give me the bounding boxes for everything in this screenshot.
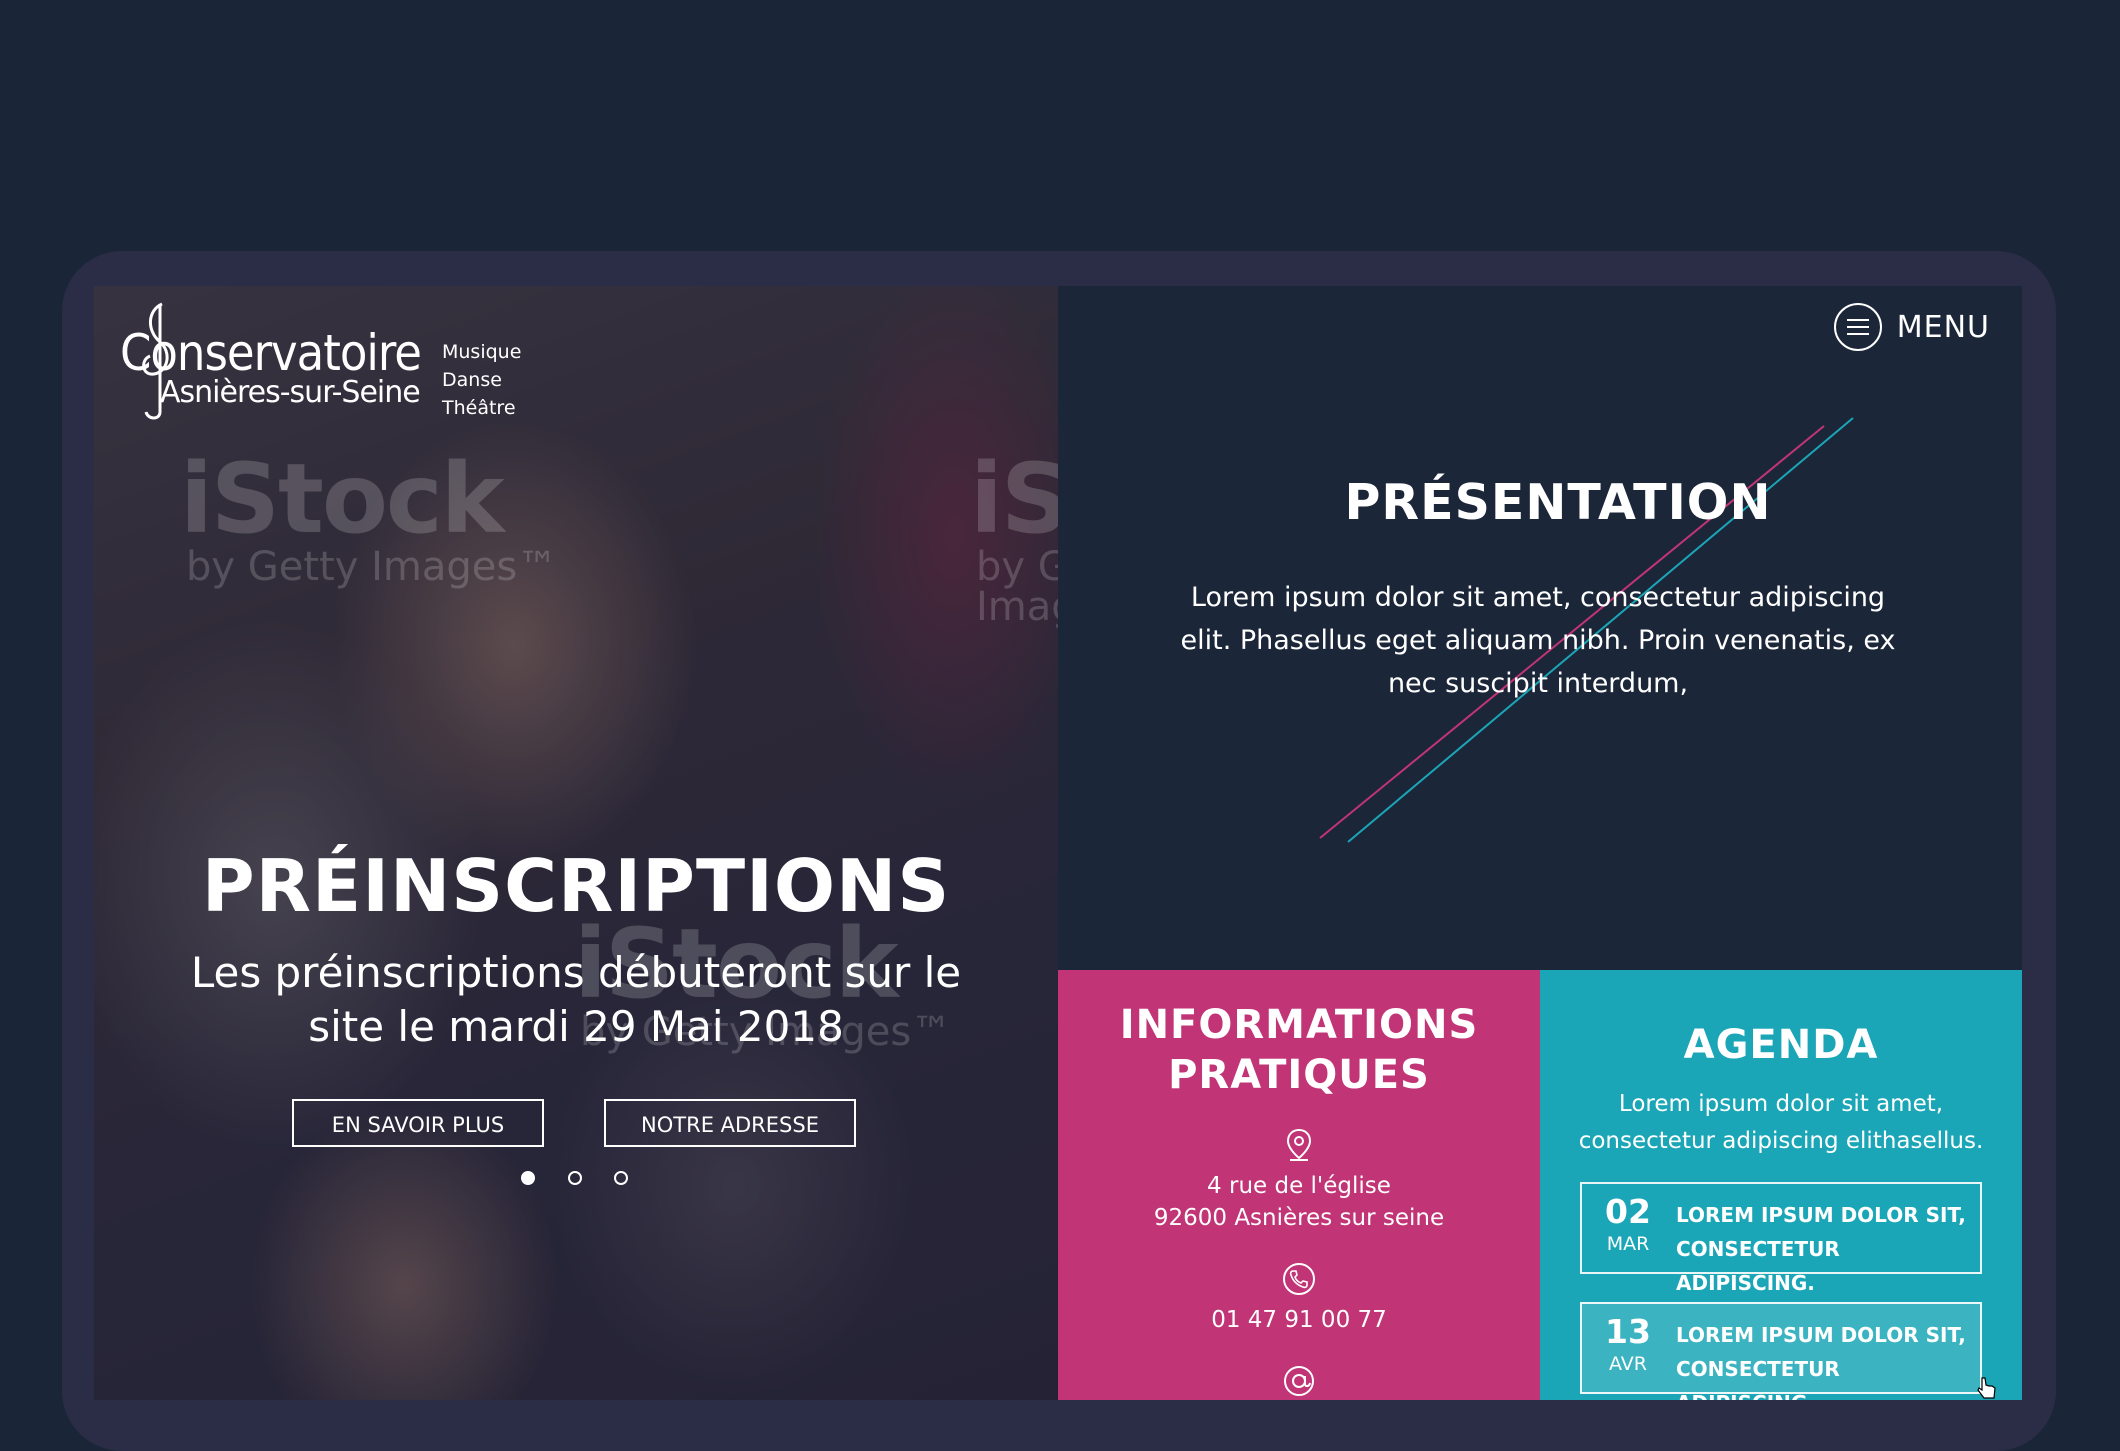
hamburger-circle-icon — [1833, 303, 1882, 351]
hero-title: PRÉINSCRIPTIONS — [201, 844, 951, 928]
agenda-title: AGENDA — [1683, 1022, 1879, 1068]
practical-info-title: INFORMATIONS PRATIQUES — [1119, 1002, 1479, 1098]
website-screen: iStock by Getty Images™ iStock by Getty … — [94, 286, 2022, 1400]
menu-label: MENU — [1896, 309, 1990, 345]
phone-icon — [1283, 1263, 1315, 1295]
address-line-1: 4 rue de l'église — [1207, 1173, 1391, 1199]
presentation-section: MENU PRÉSENTATION Lorem ipsum dolor sit … — [1058, 286, 2022, 970]
logo-tag-music: Musique — [442, 341, 522, 363]
event-day: 02 — [1605, 1192, 1651, 1231]
event-month: MAR — [1606, 1233, 1650, 1255]
stock-watermark: iStock by Getty Images™ — [180, 443, 558, 590]
event-title: LOREM IPSUM DOLOR SIT, CONSECTETUR ADIPI… — [1676, 1323, 1966, 1400]
presentation-text: Lorem ipsum dolor sit amet, consectetur … — [1180, 582, 1896, 699]
practical-info-panel: INFORMATIONS PRATIQUES 4 rue de l'église… — [1058, 970, 1540, 1400]
logo-name-line2: Asnières-sur-Seine — [160, 375, 421, 410]
logo-disciplines: Musique Danse Théâtre — [442, 338, 521, 422]
presentation-title: PRÉSENTATION — [1344, 474, 1772, 531]
our-address-button[interactable]: NOTRE ADRESSE — [604, 1099, 856, 1147]
agenda-text: Lorem ipsum dolor sit amet, consectetur … — [1578, 1091, 1984, 1154]
logo-tag-theatre: Théâtre — [442, 397, 516, 419]
conservatoire-logo[interactable]: Conservatoire Asnières-sur-Seine Musique… — [120, 300, 521, 420]
slider-dot-3[interactable] — [614, 1171, 628, 1185]
phone-number[interactable]: 01 47 91 00 77 — [1058, 1304, 1540, 1336]
slider-dot-2[interactable] — [568, 1171, 582, 1185]
hero-text: Les préinscriptions débuteront sur le si… — [190, 948, 962, 1051]
event-day: 13 — [1605, 1312, 1651, 1351]
address-line-2: 92600 Asnières sur seine — [1153, 1205, 1445, 1231]
menu-button[interactable]: MENU — [1833, 302, 1990, 352]
agenda-event[interactable]: 13 AVR LOREM IPSUM DOLOR SIT, CONSECTETU… — [1580, 1302, 1982, 1400]
agenda-event[interactable]: 02 MAR LOREM IPSUM DOLOR SIT, CONSECTETU… — [1580, 1182, 1982, 1295]
logo-tag-dance: Danse — [442, 369, 502, 391]
at-sign-icon — [1284, 1366, 1314, 1396]
slider-dot-1[interactable] — [521, 1171, 535, 1185]
learn-more-button[interactable]: EN SAVOIR PLUS — [292, 1099, 544, 1147]
hero-slider: iStock by Getty Images™ iStock by Getty … — [94, 286, 1058, 1400]
agenda-panel: AGENDA Lorem ipsum dolor sit amet, conse… — [1540, 970, 2022, 1400]
stock-watermark: iStock by Getty Images™ — [970, 443, 1058, 630]
logo-name-line1: Conservatoire — [120, 324, 422, 382]
hand-cursor-icon — [1977, 1377, 1996, 1399]
location-pin-icon — [1286, 1128, 1312, 1161]
event-title: LOREM IPSUM DOLOR SIT, CONSECTETUR ADIPI… — [1676, 1203, 1966, 1295]
event-month: AVR — [1609, 1353, 1647, 1375]
